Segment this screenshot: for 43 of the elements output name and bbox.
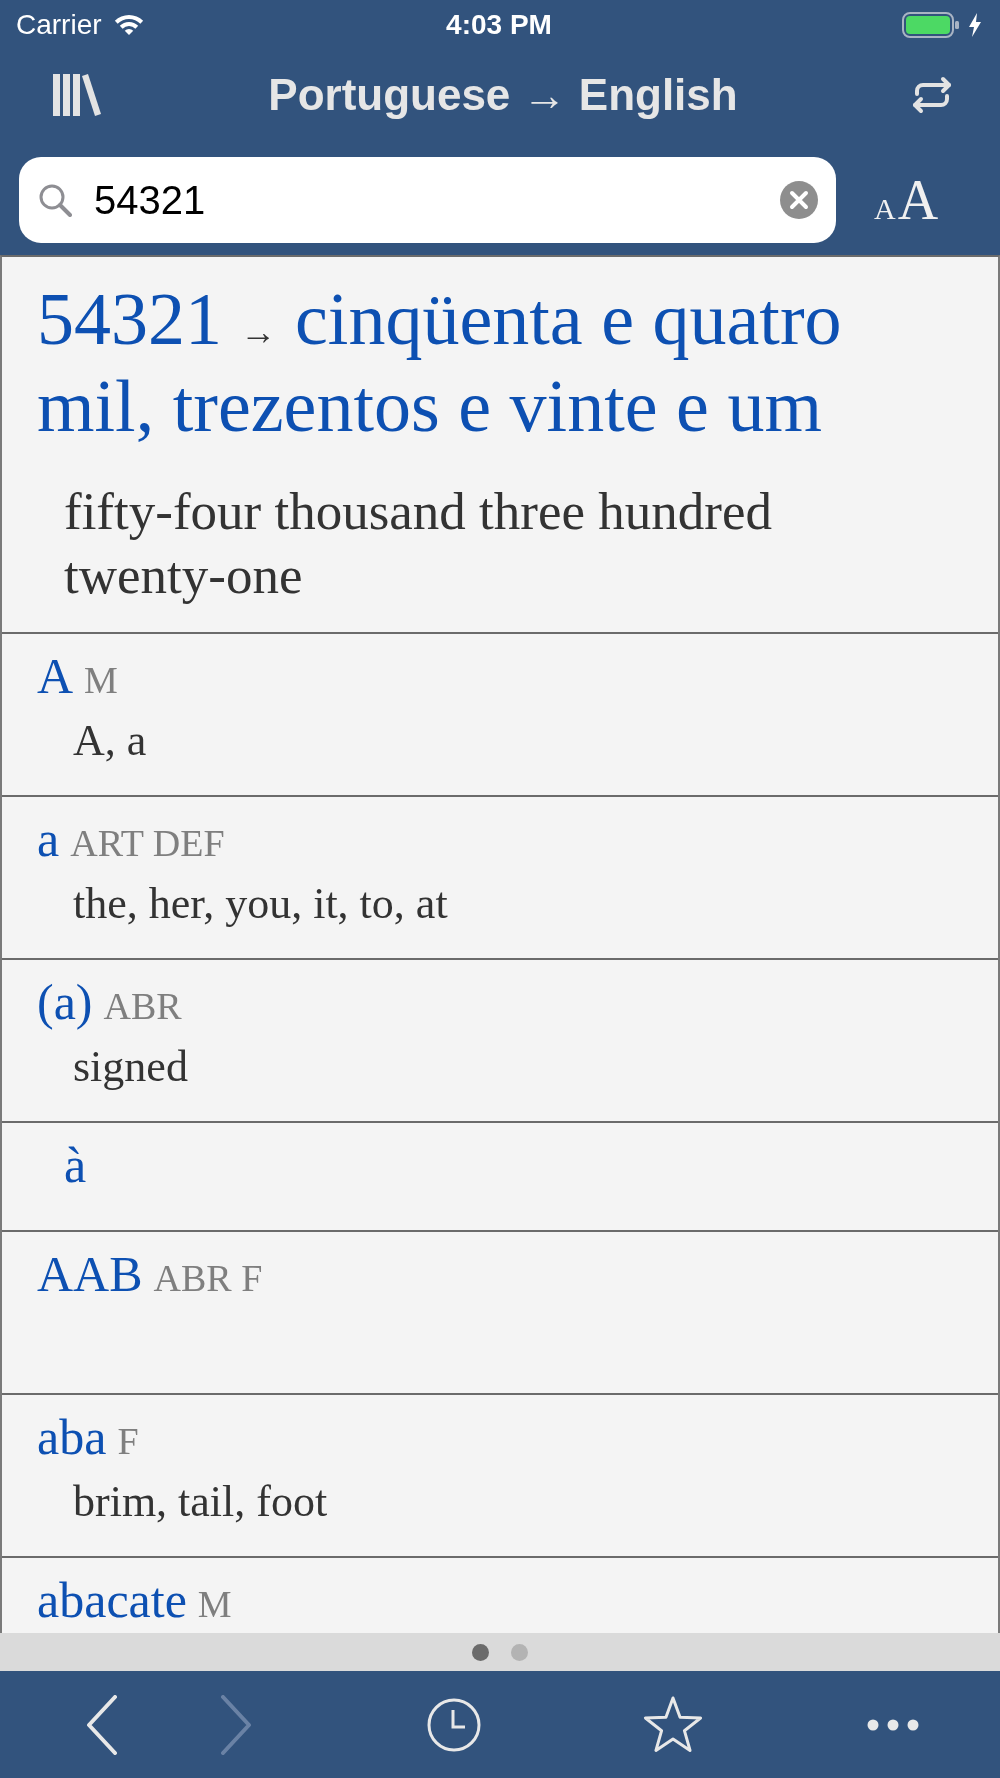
- result-row[interactable]: aba F brim, tail, foot: [2, 1393, 998, 1556]
- headword: (a): [37, 973, 93, 1032]
- headword: A: [37, 647, 74, 706]
- part-of-speech: ART DEF: [70, 821, 225, 866]
- part-of-speech: ABR F: [153, 1256, 263, 1301]
- star-icon[interactable]: [642, 1694, 704, 1755]
- wifi-icon: [113, 14, 144, 36]
- result-row[interactable]: (a) ABR signed: [2, 958, 998, 1121]
- translation: signed: [72, 1042, 189, 1092]
- headword: à: [64, 1136, 87, 1195]
- part-of-speech: M: [197, 1582, 232, 1627]
- number-translation: fifty-four thousand three hundred twenty-one: [64, 481, 773, 606]
- clock-icon[interactable]: [427, 1697, 481, 1752]
- result-row[interactable]: AAB ABR F: [2, 1230, 998, 1393]
- translation: the, her, you, it, to, at: [72, 879, 449, 929]
- part-of-speech: M: [84, 658, 118, 703]
- charging-bolt-icon: [968, 13, 982, 37]
- text-size-button[interactable]: AA: [874, 172, 939, 228]
- result-row[interactable]: A M A, a: [2, 632, 998, 795]
- carrier-label: Carrier: [16, 8, 102, 42]
- more-icon[interactable]: [867, 1718, 919, 1731]
- headword: abacate: [37, 1571, 187, 1630]
- chevron-left-icon[interactable]: [85, 1694, 119, 1755]
- search-icon: [38, 183, 72, 217]
- result-row[interactable]: à: [2, 1121, 998, 1230]
- clear-icon[interactable]: [780, 181, 818, 219]
- page-dot[interactable]: [511, 1643, 528, 1661]
- number-headline: 54321 → cinqüenta e quatro mil, trezentos e vinte e um: [37, 277, 843, 449]
- headword: AAB: [37, 1245, 143, 1304]
- headword: a: [37, 810, 60, 869]
- nav-title: Portuguese → English: [268, 69, 738, 121]
- search-field[interactable]: 54321: [19, 157, 836, 243]
- part-of-speech: F: [117, 1419, 139, 1464]
- part-of-speech: ABR: [103, 984, 182, 1029]
- swap-arrows-icon[interactable]: [911, 75, 953, 115]
- battery-icon: [902, 12, 960, 38]
- translation: A, a: [72, 716, 148, 766]
- result-row[interactable]: a ART DEF the, her, you, it, to, at: [2, 795, 998, 958]
- page-dot[interactable]: [472, 1643, 489, 1661]
- headword: aba: [37, 1408, 107, 1467]
- status-time: 4:03 PM: [446, 8, 552, 42]
- translation: brim, tail, foot: [72, 1477, 329, 1527]
- books-icon[interactable]: [53, 74, 101, 116]
